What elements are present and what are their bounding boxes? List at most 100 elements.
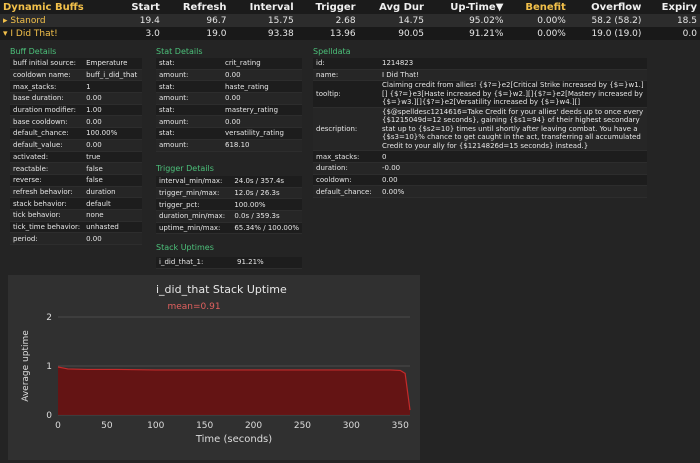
col-header-uptime[interactable]: Up-Time▼ xyxy=(427,0,507,14)
buff-details-key: default_value: xyxy=(10,139,84,152)
buff-cell: 18.5 xyxy=(644,14,700,27)
buff-cell: 90.05 xyxy=(358,27,427,40)
spelldata-key: duration: xyxy=(313,162,379,175)
buff-details-row: reactable: false xyxy=(10,162,142,175)
stat-details-value: 0.00 xyxy=(222,92,302,105)
x-axis-label: Time (seconds) xyxy=(195,434,272,445)
spelldata-key: max_stacks: xyxy=(313,150,379,164)
buff-details-key: buff initial source: xyxy=(10,58,84,70)
spelldata-value: 0.00% xyxy=(379,185,647,199)
buffs-table: Dynamic Buffs Start Refresh Interval Tri… xyxy=(0,0,700,40)
buff-details-table: buff initial source: Emperature cooldown n… xyxy=(10,58,142,245)
stat-details-row: amount: 0.00 xyxy=(156,115,302,129)
buff-row-stanord[interactable]: ▸ Stanord 19.4 96.7 15.75 2.68 14.75 95.… xyxy=(0,14,700,27)
buff-details-row: cooldown name: buff_i_did_that xyxy=(10,69,142,82)
stat-details-key: amount: xyxy=(156,69,222,82)
buff-details-key: cooldown name: xyxy=(10,69,84,82)
buff-details-value: true xyxy=(83,151,142,164)
buff-cell: 13.96 xyxy=(296,27,359,40)
buff-details-value: 0.00 xyxy=(83,92,142,105)
trigger-details-row: trigger_min/max: 12.0s / 26.3s xyxy=(156,187,302,200)
buff-details-key: base duration: xyxy=(10,92,84,105)
spelldata-value: I Did That! xyxy=(379,69,647,82)
buff-row-i-did-that[interactable]: ▾ I Did That! 3.0 19.0 93.38 13.96 90.05… xyxy=(0,27,700,40)
buff-details-row: tick behavior: none xyxy=(10,209,142,222)
trigger-details-value: 65.34% / 100.00% xyxy=(231,222,302,235)
buff-details-row: base duration: 0.00 xyxy=(10,92,142,105)
x-tick-label: 250 xyxy=(294,421,311,431)
col-header-refresh[interactable]: Refresh xyxy=(162,0,230,14)
stat-details-table: stat: crit_rating amount: 0.00 stat: haste_ra… xyxy=(156,58,302,152)
x-tick-label: 350 xyxy=(392,421,409,431)
buff-details-key: base cooldown: xyxy=(10,115,84,129)
col-header-name[interactable]: Dynamic Buffs xyxy=(0,0,117,14)
buff-details-key: default_chance: xyxy=(10,127,84,140)
trigger-details-key: interval_min/max: xyxy=(156,176,232,188)
stat-details-row: amount: 0.00 xyxy=(156,92,302,105)
spelldata-value: 1214823 xyxy=(379,58,647,70)
buff-cell: 15.75 xyxy=(229,14,297,27)
col-header-overflow[interactable]: Overflow xyxy=(568,0,645,14)
buff-details-key: max_stacks: xyxy=(10,80,84,94)
stat-details-value: 0.00 xyxy=(222,115,302,129)
buff-details-value: unhasted xyxy=(83,221,142,234)
chart-plot: 0 1 2 0 50 100 150 200 250 300 350 mean=0.91 Time (s… xyxy=(21,302,411,445)
stat-details-key: amount: xyxy=(156,92,222,105)
buff-details-row: stack behavior: default xyxy=(10,197,142,210)
buff-details-value: 0.00 xyxy=(83,115,142,129)
buff-details-row: duration modifier: 1.00 xyxy=(10,104,142,117)
stat-details-value: versatility_rating xyxy=(222,127,302,140)
stat-details-value: mastery_rating xyxy=(222,104,302,117)
buff-details-value: 0.00 xyxy=(83,139,142,152)
buff-details-key: duration modifier: xyxy=(10,104,84,117)
stat-details-value: 618.10 xyxy=(222,139,302,152)
buff-details-value: none xyxy=(83,209,142,222)
spelldata-row: name: I Did That! xyxy=(313,69,647,82)
buff-name[interactable]: ▸ Stanord xyxy=(0,14,117,27)
spelldata-key: description: xyxy=(313,107,379,152)
buff-details-value: Emperature xyxy=(83,58,142,70)
stat-details-key: stat: xyxy=(156,58,222,70)
spelldata-row: id: 1214823 xyxy=(313,58,647,70)
col-header-avg-dur[interactable]: Avg Dur xyxy=(358,0,427,14)
stat-details-row: stat: versatility_rating xyxy=(156,127,302,140)
buff-cell: 58.2 (58.2) xyxy=(568,14,645,27)
stat-details-row: stat: mastery_rating xyxy=(156,104,302,117)
buff-details-key: stack behavior: xyxy=(10,197,84,210)
buff-details-key: reactable: xyxy=(10,162,84,175)
buff-details-key: refresh behavior: xyxy=(10,186,84,199)
stat-details-row: stat: haste_rating xyxy=(156,80,302,94)
buff-details-key: tick_time behavior: xyxy=(10,221,84,234)
trigger-details-key: trigger_min/max: xyxy=(156,187,232,200)
spelldata-row: tooltip: Claiming credit from allies! {$?… xyxy=(313,80,647,108)
spelldata-key: cooldown: xyxy=(313,174,379,187)
buff-name[interactable]: ▾ I Did That! xyxy=(0,27,117,40)
stat-details-row: amount: 0.00 xyxy=(156,69,302,82)
col-header-expiry[interactable]: Expiry xyxy=(644,0,700,14)
spelldata-value: -0.00 xyxy=(379,162,647,175)
col-header-trigger[interactable]: Trigger xyxy=(296,0,359,14)
trigger-details-title: Trigger Details xyxy=(156,164,214,173)
buff-cell: 96.7 xyxy=(162,14,230,27)
stat-details-key: stat: xyxy=(156,127,222,140)
buff-details-row: period: 0.00 xyxy=(10,232,142,245)
trigger-details-row: uptime_min/max: 65.34% / 100.00% xyxy=(156,222,302,235)
buff-cell: 95.02% xyxy=(427,14,507,27)
col-header-benefit[interactable]: Benefit xyxy=(506,0,569,14)
y-tick-label: 0 xyxy=(46,411,52,421)
col-header-start[interactable]: Start xyxy=(116,0,163,14)
stack-uptimes-row: i_did_that_1: 91.21% xyxy=(156,257,302,269)
buff-cell: 19.4 xyxy=(116,14,163,27)
trigger-details-key: trigger_pct: xyxy=(156,198,232,212)
spelldata-value: {$@spelldesc1214616=Take Credit for your… xyxy=(379,107,647,152)
col-header-interval[interactable]: Interval xyxy=(229,0,297,14)
spelldata-title: Spelldata xyxy=(313,47,351,56)
buff-details-row: base cooldown: 0.00 xyxy=(10,115,142,129)
trigger-details-key: uptime_min/max: xyxy=(156,222,232,235)
buff-cell: 0.0 xyxy=(644,27,700,40)
buff-details-value: 0.00 xyxy=(83,232,142,245)
stack-uptimes-table: i_did_that_1: 91.21% xyxy=(156,257,302,269)
stat-details-row: stat: crit_rating xyxy=(156,58,302,70)
buff-details-row: activated: true xyxy=(10,151,142,164)
spelldata-value: 0 xyxy=(379,150,647,164)
